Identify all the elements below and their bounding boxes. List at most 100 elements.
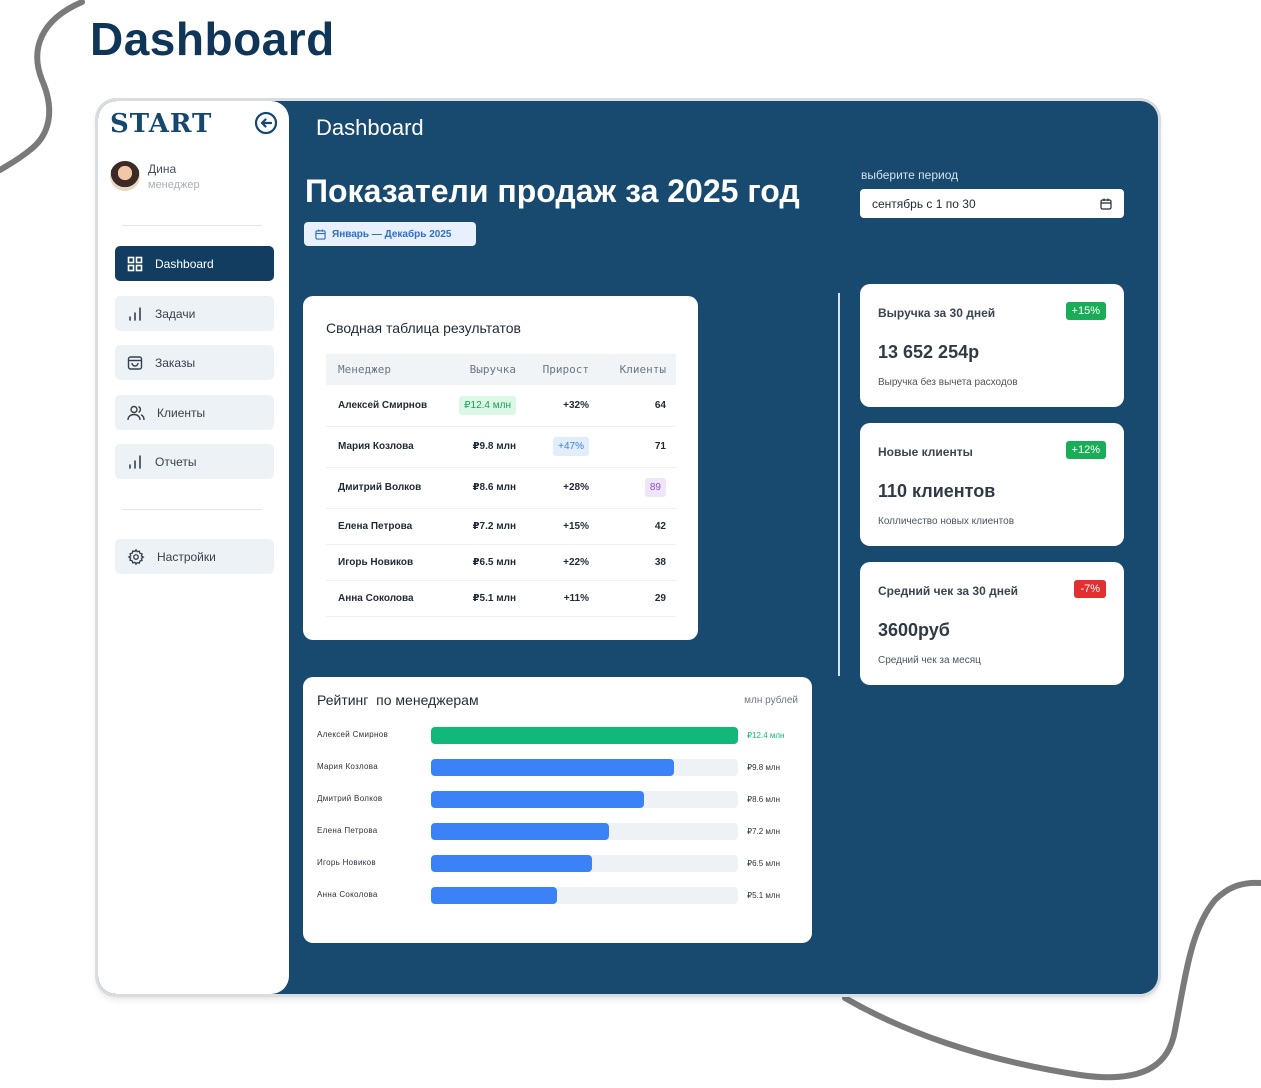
ranking-value: ₽8.6 млн [747,795,781,804]
collapse-sidebar-icon[interactable] [254,111,278,135]
bar-chart-icon [129,306,141,321]
bar-chart-icon [129,454,141,469]
growth-cell: +11% [526,580,599,617]
revenue-cell: ₽12.4 млн [459,395,516,415]
ranking-row[interactable]: Алексей Смирнов ₽12.4 млн [317,727,799,745]
revenue-cell: ₽8.6 млн [451,467,526,509]
column-header[interactable]: Прирост [526,354,599,385]
growth-cell: +32% [526,385,599,427]
period-picker[interactable]: сентябрь с 1 по 30 [860,189,1124,218]
sidebar-item-label: Задачи [155,306,196,321]
sidebar-item-settings[interactable]: Настройки [115,539,274,574]
ranking-row[interactable]: Елена Петрова ₽7.2 млн [317,823,799,841]
calendar-icon[interactable] [1100,198,1112,210]
date-range-label: Январь — Декабрь 2025 [332,228,452,240]
card-title: Сводная таблица результатов [326,320,521,336]
growth-cell: +15% [526,508,599,545]
ranking-name: Анна Соколова [317,890,378,899]
avatar [110,161,140,191]
clients-cell: 89 [644,478,666,497]
brand-logo: START [110,109,213,139]
clients-cell: 71 [599,426,676,468]
kpi-title: Новые клиенты [878,445,973,459]
table-row[interactable]: Мария Козлова ₽9.8 млн +47% 71 [326,426,676,468]
sidebar-item-reports[interactable]: Отчеты [115,444,274,479]
revenue-cell: ₽6.5 млн [451,544,526,581]
ranking-value: ₽9.8 млн [747,763,781,772]
sidebar-item-label: Отчеты [155,454,197,469]
kpi-badge: -7% [1074,580,1106,598]
sidebar-item-label: Dashboard [155,256,214,271]
kpi-badge: +15% [1065,302,1106,320]
sidebar-item-tasks[interactable]: Задачи [115,296,274,331]
kpi-value: 13 652 254р [878,342,980,362]
table-row[interactable]: Игорь Новиков ₽6.5 млн +22% 38 [326,544,676,581]
kpi-title: Средний чек за 30 дней [878,584,1019,598]
kpi-value: 3600руб [878,620,950,640]
ranking-card: Рейтинг по менеджерам млн рублей Алексей… [303,677,812,943]
sidebar-item-label: Клиенты [157,405,206,420]
divider [122,509,262,510]
manager-name: Мария Козлова [326,426,451,468]
ranking-row[interactable]: Анна Соколова ₽5.1 млн [317,887,799,905]
sidebar-item-label: Настройки [157,549,216,564]
ranking-row[interactable]: Игорь Новиков ₽6.5 млн [317,855,799,873]
kpi-title: Выручка за 30 дней [878,306,996,320]
table-header-row: Менеджер Выручка Прирост Клиенты [326,354,676,385]
ranking-name: Алексей Смирнов [317,730,388,739]
growth-cell: +22% [526,544,599,581]
date-range-badge[interactable]: Январь — Декабрь 2025 [304,222,476,246]
sidebar: START Дина менеджер Dashboard Задачи Зак… [98,101,289,994]
clients-cell: 38 [599,544,676,581]
page-title: Dashboard [90,13,335,65]
growth-cell: +47% [553,437,589,456]
user-role: менеджер [148,178,200,191]
kpi-subtitle: Колличество новых клиентов [878,516,1015,527]
table-row[interactable]: Дмитрий Волков ₽8.6 млн +28% 89 [326,467,676,509]
kpi-card-new-clients[interactable]: Новые клиенты +12% 110 клиентов Колличес… [860,423,1124,546]
revenue-cell: ₽9.8 млн [451,426,526,468]
growth-cell: +28% [526,467,599,509]
ranking-bar [431,855,592,872]
ranking-bar [431,887,557,904]
table-row[interactable]: Анна Соколова ₽5.1 млн +11% 29 [326,580,676,617]
ranking-name: Мария Козлова [317,762,378,771]
manager-name: Елена Петрова [326,508,451,545]
ranking-bar [431,791,644,808]
unit-label: млн рублей [744,695,798,706]
table-row[interactable]: Елена Петрова ₽7.2 млн +15% 42 [326,508,676,545]
sidebar-item-clients[interactable]: Клиенты [115,395,274,430]
main-header-title: Dashboard [316,115,424,140]
kpi-card-revenue[interactable]: Выручка за 30 дней +15% 13 652 254р Выру… [860,284,1124,407]
kpi-card-average-check[interactable]: Средний чек за 30 дней -7% 3600руб Средн… [860,562,1124,685]
kpi-value: 110 клиентов [878,481,996,501]
manager-name: Алексей Смирнов [326,385,451,427]
period-value: сентябрь с 1 по 30 [872,196,976,211]
column-header[interactable]: Менеджер [326,354,451,385]
sidebar-item-label: Заказы [155,355,196,370]
user-name: Дина [148,161,177,176]
ranking-name: Дмитрий Волков [317,794,383,803]
ranking-bar-track [431,887,738,904]
column-header[interactable]: Клиенты [599,354,676,385]
sidebar-item-dashboard[interactable]: Dashboard [115,246,274,281]
column-header[interactable]: Выручка [451,354,526,385]
sidebar-item-orders[interactable]: Заказы [115,345,274,380]
calendar-icon [315,228,326,240]
card-title: Рейтинг по менеджерам [317,692,479,708]
ranking-row[interactable]: Дмитрий Волков ₽8.6 млн [317,791,799,809]
ranking-bar-track [431,823,738,840]
clients-cell: 64 [599,385,676,427]
users-icon [127,405,145,420]
summary-table-card: Сводная таблица результатов Менеджер Выр… [303,296,698,640]
ranking-bar-track [431,727,738,744]
user-profile[interactable]: Дина менеджер [110,161,200,191]
ranking-row[interactable]: Мария Козлова ₽9.8 млн [317,759,799,777]
divider [122,225,262,226]
ranking-name: Елена Петрова [317,826,378,835]
summary-table: Менеджер Выручка Прирост Клиенты Алексей… [326,354,676,617]
table-row[interactable]: Алексей Смирнов ₽12.4 млн +32% 64 [326,385,676,427]
ranking-value: ₽12.4 млн [747,731,785,740]
manager-name: Дмитрий Волков [326,467,451,509]
ranking-bar-track [431,855,738,872]
